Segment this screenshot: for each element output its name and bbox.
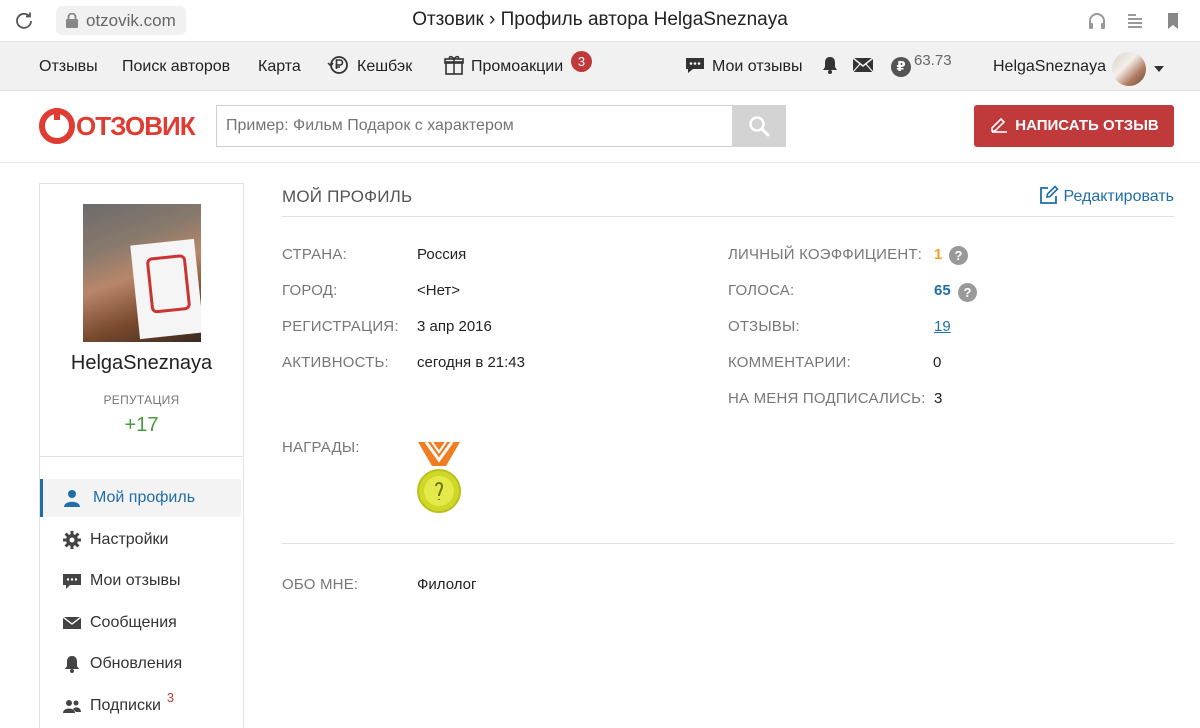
logo-text: ОТЗОВИК bbox=[76, 110, 196, 141]
profile-title: МОЙ ПРОФИЛЬ bbox=[282, 187, 413, 206]
comments-icon bbox=[686, 57, 704, 73]
site-logo[interactable]: ОТЗОВИК bbox=[39, 107, 196, 145]
followers-value: 3 bbox=[934, 390, 943, 407]
edit-icon bbox=[1040, 185, 1060, 204]
headphones-icon[interactable] bbox=[1086, 10, 1108, 32]
photo-sign bbox=[130, 238, 201, 340]
browser-bar: otzovik.com Отзовик › Профиль автора Hel… bbox=[0, 0, 1200, 42]
nav-my-reviews[interactable]: Мои отзывы bbox=[684, 42, 803, 91]
comments-label: КОММЕНТАРИИ: bbox=[728, 354, 851, 371]
profile-menu: Мой профиль Настройки Мои отзывы Сообщен… bbox=[40, 479, 243, 728]
followers-label: НА МЕНЯ ПОДПИСАЛИСЬ: bbox=[728, 390, 926, 407]
menu-item-label: Настройки bbox=[90, 530, 169, 548]
reputation-label: РЕПУТАЦИЯ bbox=[103, 393, 180, 407]
votes-label: ГОЛОСА: bbox=[728, 282, 795, 299]
nav-reviews[interactable]: Отзывы bbox=[39, 42, 98, 91]
nav-map[interactable]: Карта bbox=[258, 42, 301, 91]
comments-value: 0 bbox=[933, 354, 942, 371]
top-nav: Отзывы Поиск авторов Карта Кешбэк Промоа… bbox=[0, 42, 1200, 91]
chevron-down-icon[interactable] bbox=[1154, 66, 1164, 72]
user-menu-name[interactable]: HelgaSneznaya bbox=[993, 42, 1106, 91]
nav-promos[interactable]: Промоакции bbox=[443, 42, 563, 91]
profile-photo[interactable] bbox=[83, 204, 201, 342]
divider bbox=[40, 456, 243, 457]
about-value: Филолог bbox=[417, 576, 477, 593]
site-header: ОТЗОВИК НАПИСАТЬ ОТЗЫВ bbox=[0, 91, 1200, 163]
envelope-icon bbox=[852, 57, 874, 73]
write-review-button[interactable]: НАПИСАТЬ ОТЗЫВ bbox=[974, 105, 1174, 147]
search-button[interactable] bbox=[732, 105, 786, 147]
promos-count-badge: 3 bbox=[571, 51, 592, 72]
reader-mode-icon[interactable] bbox=[1124, 10, 1146, 32]
divider bbox=[282, 543, 1174, 544]
coefficient-label: ЛИЧНЫЙ КОЭФФИЦИЕНТ: bbox=[728, 246, 923, 263]
edit-profile-label: Редактировать bbox=[1063, 188, 1174, 206]
ruble-icon: ₽ bbox=[891, 57, 911, 77]
bell-icon bbox=[823, 56, 837, 74]
activity-label: АКТИВНОСТЬ: bbox=[282, 354, 389, 371]
old-timer-medal-icon[interactable] bbox=[416, 440, 462, 514]
cashback-icon bbox=[327, 55, 348, 74]
coefficient-help-icon[interactable]: ? bbox=[949, 246, 968, 265]
profile-username: HelgaSneznaya bbox=[70, 352, 213, 374]
menu-item-subscriptions[interactable]: Подписки 3 bbox=[40, 687, 243, 725]
page-title: Отзовик › Профиль автора HelgaSneznaya bbox=[412, 9, 788, 30]
bookmark-icon[interactable] bbox=[1162, 10, 1184, 32]
edit-profile-link[interactable]: Редактировать bbox=[1039, 185, 1174, 207]
search-icon bbox=[749, 116, 770, 137]
city-value: <Нет> bbox=[417, 282, 461, 299]
nav-find-authors[interactable]: Поиск авторов bbox=[122, 42, 230, 91]
nav-promos-label: Промоакции bbox=[471, 58, 564, 75]
menu-item-settings[interactable]: Настройки bbox=[40, 521, 243, 559]
subscriptions-badge: 3 bbox=[166, 689, 175, 705]
activity-value: сегодня в 21:43 bbox=[417, 354, 525, 371]
logo-mark-icon bbox=[39, 108, 75, 144]
registration-value: 3 апр 2016 bbox=[417, 318, 492, 335]
balance-button[interactable]: ₽ bbox=[891, 42, 911, 91]
search-input[interactable] bbox=[216, 105, 732, 147]
gift-icon bbox=[444, 55, 464, 75]
registration-label: РЕГИСТРАЦИЯ: bbox=[282, 318, 399, 335]
menu-item-label: Обновления bbox=[90, 655, 183, 673]
comments-icon bbox=[63, 574, 81, 590]
profile-sidebar: HelgaSneznaya РЕПУТАЦИЯ +17 Мой профиль … bbox=[39, 183, 244, 728]
menu-item-my-profile[interactable]: Мой профиль bbox=[40, 479, 241, 517]
gear-icon bbox=[63, 530, 81, 549]
nav-cashback-label: Кешбэк bbox=[357, 58, 413, 75]
city-label: ГОРОД: bbox=[282, 282, 338, 299]
country-label: СТРАНА: bbox=[282, 246, 347, 263]
votes-value: 65 bbox=[934, 282, 951, 299]
about-label: ОБО МНЕ: bbox=[282, 576, 359, 593]
votes-help-icon[interactable]: ? bbox=[958, 283, 977, 302]
reviews-count-link[interactable]: 19 bbox=[934, 318, 951, 335]
envelope-icon bbox=[63, 616, 81, 629]
user-avatar[interactable] bbox=[1112, 52, 1146, 86]
nav-cashback[interactable]: Кешбэк bbox=[327, 42, 412, 91]
nav-my-reviews-label: Мои отзывы bbox=[712, 58, 803, 75]
menu-item-label: Подписки bbox=[90, 696, 161, 714]
menu-item-label: Сообщения bbox=[90, 613, 177, 631]
awards-label: НАГРАДЫ: bbox=[282, 439, 360, 456]
divider bbox=[282, 216, 1174, 217]
messages-button[interactable] bbox=[852, 42, 880, 91]
menu-item-my-reviews[interactable]: Мои отзывы bbox=[40, 562, 243, 600]
user-icon bbox=[64, 490, 80, 507]
country-value: Россия bbox=[417, 246, 467, 263]
notifications-button[interactable] bbox=[820, 42, 846, 91]
pencil-icon bbox=[991, 117, 1008, 133]
reputation-value: +17 bbox=[124, 414, 159, 436]
menu-item-label: Мой профиль bbox=[93, 489, 196, 506]
bell-icon bbox=[65, 656, 79, 674]
users-icon bbox=[63, 699, 81, 713]
menu-item-updates[interactable]: Обновления bbox=[40, 645, 243, 683]
coefficient-value: 1 bbox=[934, 246, 943, 263]
balance-value: 63.73 bbox=[914, 52, 952, 69]
write-review-label: НАПИСАТЬ ОТЗЫВ bbox=[1015, 117, 1159, 134]
menu-item-label: Мои отзывы bbox=[90, 572, 181, 590]
menu-item-messages[interactable]: Сообщения bbox=[40, 604, 243, 642]
reviews-label: ОТЗЫВЫ: bbox=[728, 318, 800, 335]
